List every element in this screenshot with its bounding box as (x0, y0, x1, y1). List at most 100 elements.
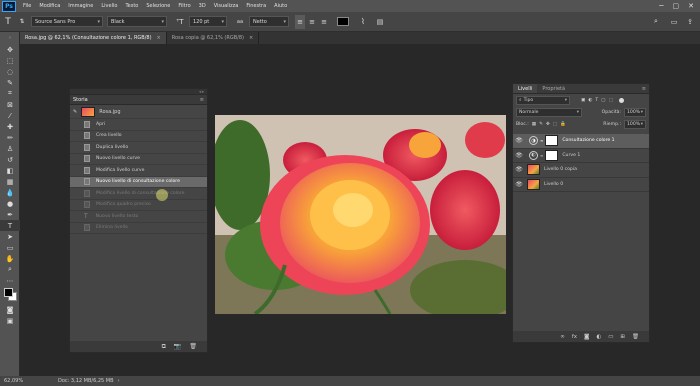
history-step[interactable]: Modifica livello curve (70, 165, 207, 177)
new-layer-icon[interactable]: ⊞ (620, 334, 625, 340)
eraser-tool-icon[interactable]: ◧ (0, 165, 20, 176)
healing-brush-tool-icon[interactable]: ✚ (0, 121, 20, 132)
history-step[interactable]: Crea livello (70, 131, 207, 142)
panel-menu-icon[interactable]: ≡ (642, 84, 649, 93)
visibility-eye-icon[interactable]: 👁 (513, 137, 525, 144)
tab-rosa-copia[interactable]: Rosa copia @ 62,1% (RGB/8) × (167, 32, 260, 44)
toolbar-collapse-icon[interactable]: » (0, 32, 20, 44)
lock-position-icon[interactable]: ✥ (546, 122, 550, 127)
foreground-color-swatch[interactable] (4, 288, 13, 297)
crop-tool-icon[interactable]: ⌗ (0, 88, 20, 99)
collapse-icon[interactable]: «» (199, 89, 204, 94)
menu-3d[interactable]: 3D (195, 3, 210, 9)
layer-style-icon[interactable]: fx (572, 334, 577, 340)
lock-image-icon[interactable]: ✎ (539, 122, 543, 127)
type-tool-icon[interactable]: T (0, 220, 20, 231)
visibility-eye-icon[interactable]: 👁 (513, 152, 525, 159)
menu-file[interactable]: File (19, 3, 35, 9)
font-size-select[interactable]: 120 pt (189, 16, 227, 27)
visibility-eye-icon[interactable]: 👁 (513, 181, 525, 188)
lasso-tool-icon[interactable]: ◌ (0, 66, 20, 77)
history-step-selected[interactable]: Nuovo livello di consultazione colore (70, 176, 207, 188)
font-family-select[interactable]: Source Sans Pro (31, 16, 103, 27)
text-color-swatch[interactable] (337, 17, 349, 26)
blur-tool-icon[interactable]: 💧 (0, 187, 20, 198)
filter-type-icon[interactable]: T (595, 98, 598, 103)
maximize-button[interactable]: ▢ (673, 2, 680, 10)
menu-filtro[interactable]: Filtro (174, 3, 194, 9)
status-arrow-icon[interactable]: › (118, 378, 120, 384)
font-style-select[interactable]: Black (107, 16, 167, 27)
menu-visualizza[interactable]: Visualizza (210, 3, 243, 9)
filter-smart-object-icon[interactable]: ⬚ (609, 98, 613, 103)
layer-mask-thumbnail[interactable] (545, 149, 559, 161)
layer-thumbnail[interactable] (527, 178, 540, 190)
quick-mask-icon[interactable]: ◙ (0, 304, 20, 315)
menu-aiuto[interactable]: Aiuto (270, 3, 291, 9)
warp-text-icon[interactable]: ⌇ (357, 15, 369, 29)
filter-pixel-icon[interactable]: ▣ (581, 98, 585, 103)
path-selection-tool-icon[interactable]: ➤ (0, 231, 20, 242)
menu-finestra[interactable]: Finestra (242, 3, 270, 9)
history-step[interactable]: Nuovo livello curve (70, 154, 207, 165)
layer-row[interactable]: 👁 ◐ ∞ Curve 1 (513, 149, 649, 163)
filter-adjustment-icon[interactable]: ◐ (588, 98, 592, 103)
filter-toggle-icon[interactable] (618, 97, 624, 103)
layer-thumbnail[interactable] (527, 164, 540, 176)
search-icon[interactable]: ⌕ (649, 15, 663, 29)
pen-tool-icon[interactable]: ✒ (0, 209, 20, 220)
minimize-button[interactable]: ─ (659, 2, 663, 10)
blend-mode-select[interactable]: Normale (516, 107, 582, 117)
new-group-icon[interactable]: ▭ (608, 334, 613, 340)
filter-shape-icon[interactable]: ▢ (601, 98, 605, 103)
zoom-level[interactable]: 62,09% (0, 378, 40, 384)
orientation-toggle-icon[interactable]: ⇅ (16, 15, 28, 29)
color-swatches[interactable] (0, 286, 20, 304)
move-tool-icon[interactable]: ✥ (0, 44, 20, 55)
frame-tool-icon[interactable]: ⊠ (0, 99, 20, 110)
layer-row[interactable]: 👁 ◑ ∞ Consultazione colore 1 (513, 134, 649, 149)
align-left-icon[interactable]: ≡ (295, 14, 305, 29)
delete-layer-icon[interactable]: 🗑 (632, 334, 639, 340)
screen-mode-icon[interactable]: ▣ (0, 315, 20, 326)
quick-selection-tool-icon[interactable]: ✎ (0, 77, 20, 88)
menu-selezione[interactable]: Selezione (142, 3, 174, 9)
close-tab-icon[interactable]: × (157, 35, 161, 41)
close-window-button[interactable]: ✕ (688, 2, 694, 10)
history-step[interactable]: Modifica quadro preciso (70, 200, 207, 211)
close-tab-icon[interactable]: × (249, 35, 253, 41)
more-tools-icon[interactable]: ⋯ (0, 275, 20, 286)
share-icon[interactable]: ⇪ (684, 15, 696, 29)
link-layers-icon[interactable]: ∞ (560, 334, 565, 340)
type-tool-icon[interactable]: T (0, 15, 16, 29)
hand-tool-icon[interactable]: ✋ (0, 253, 20, 264)
marquee-tool-icon[interactable]: ⬚ (0, 55, 20, 66)
layer-mask-thumbnail[interactable] (545, 135, 559, 147)
new-document-from-state-icon[interactable]: ⧉ (162, 343, 166, 351)
history-source-brush-icon[interactable]: ✎ (73, 109, 77, 115)
lock-all-icon[interactable]: 🔒 (560, 122, 566, 127)
menu-modifica[interactable]: Modifica (35, 3, 64, 9)
layer-filter-select[interactable]: ⌕ Tipo (516, 95, 570, 105)
eyedropper-tool-icon[interactable]: ⁄ (0, 110, 20, 121)
rose-photo[interactable] (215, 115, 506, 314)
lock-transparent-icon[interactable]: ▦ (532, 122, 536, 127)
opacity-input[interactable]: 100% (624, 107, 646, 117)
dodge-tool-icon[interactable]: ● (0, 198, 20, 209)
fill-input[interactable]: 100% (624, 119, 646, 129)
zoom-tool-icon[interactable]: ⌕ (0, 264, 20, 275)
new-adjustment-layer-icon[interactable]: ◐ (596, 334, 601, 340)
brush-tool-icon[interactable]: ✏ (0, 132, 20, 143)
visibility-eye-icon[interactable]: 👁 (513, 166, 525, 173)
gradient-tool-icon[interactable]: ▦ (0, 176, 20, 187)
history-panel-title[interactable]: Storia (73, 97, 88, 103)
history-step[interactable]: Elimina livello (70, 223, 207, 234)
panel-menu-icon[interactable]: ≡ (200, 97, 204, 103)
snapshot-camera-icon[interactable]: 📷 (174, 343, 181, 350)
align-center-icon[interactable]: ≡ (307, 15, 317, 29)
workspace-icon[interactable]: ▭ (668, 15, 680, 29)
character-panel-icon[interactable]: ▤ (374, 15, 386, 29)
add-mask-icon[interactable]: ◙ (584, 334, 589, 340)
history-step[interactable]: Apri (70, 119, 207, 131)
history-snapshot[interactable]: ✎ Rosa.jpg (70, 105, 207, 119)
